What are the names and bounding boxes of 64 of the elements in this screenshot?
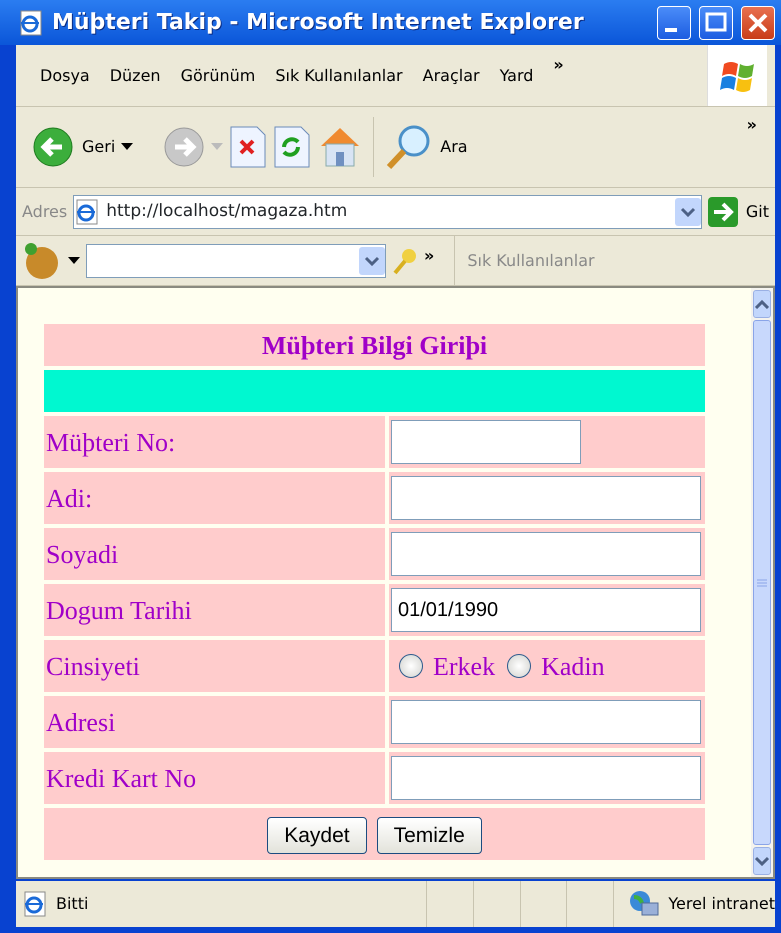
page-icon: [22, 890, 48, 918]
address-label: Adres: [22, 200, 68, 222]
page-icon: [74, 198, 100, 226]
links-label: Sık Kullanılanlar: [454, 236, 605, 285]
search-field[interactable]: [86, 244, 386, 278]
go-button[interactable]: Git: [708, 196, 769, 226]
menu-item[interactable]: Görünüm: [170, 64, 266, 88]
field-label: Cinsiyeti: [44, 640, 385, 692]
minimize-icon: [665, 28, 677, 32]
form-title: Müþteri Bilgi Giriþi: [44, 324, 705, 366]
radio-button[interactable]: [507, 654, 532, 678]
up-icon: [755, 299, 769, 309]
back-label: Geri: [82, 136, 116, 158]
menu-item[interactable]: Dosya: [30, 64, 100, 88]
scroll-down-button[interactable]: [753, 847, 771, 875]
chevron-button[interactable]: »: [736, 113, 767, 137]
back-icon: [32, 126, 74, 168]
search-icon: [384, 123, 432, 171]
forward-icon[interactable]: [163, 126, 206, 168]
radio-label: Kadin: [541, 650, 605, 682]
browser-icon: [18, 8, 44, 36]
input-field[interactable]: [391, 476, 701, 520]
down-icon: [755, 856, 769, 866]
stop-icon[interactable]: [229, 125, 268, 169]
minimize-button[interactable]: [657, 6, 691, 40]
key-icon[interactable]: [392, 246, 418, 274]
dropdown-arrow-icon[interactable]: [121, 143, 134, 151]
scroll-up-button[interactable]: [753, 290, 771, 318]
menu-item[interactable]: Sık Kullanılanlar: [265, 64, 413, 88]
form-button[interactable]: Kaydet: [267, 816, 367, 854]
menu-item[interactable]: Araçlar: [412, 64, 490, 88]
input-field[interactable]: [391, 420, 581, 464]
search-button[interactable]: Ara: [384, 123, 468, 171]
window-title: Müþteri Takip - Microsoft Internet Explorer: [52, 9, 585, 37]
refresh-icon[interactable]: [273, 125, 312, 169]
scrollbar-thumb[interactable]: [753, 320, 771, 845]
menu-item[interactable]: Yard: [490, 64, 544, 88]
grip-icon: [757, 578, 767, 586]
zone-text: Yerel intranet: [668, 893, 775, 915]
maximize-button[interactable]: [699, 6, 733, 40]
field-label: Kredi Kart No: [44, 752, 385, 804]
close-button[interactable]: [741, 6, 775, 40]
field-label: Dogum Tarihi: [44, 584, 385, 636]
go-label: Git: [746, 200, 769, 222]
radio-button[interactable]: [399, 654, 423, 678]
field-label: Soyadi: [44, 528, 385, 580]
field-label: Müþteri No:: [44, 416, 385, 468]
address-field[interactable]: http://localhost/magaza.htm: [73, 194, 702, 228]
input-field[interactable]: [391, 532, 701, 576]
input-field[interactable]: 01/01/1990: [391, 588, 701, 632]
radio-label: Erkek: [433, 650, 496, 682]
chevron-button[interactable]: »: [543, 53, 574, 77]
status-text: Bitti: [56, 893, 88, 915]
dropdown-arrow-icon[interactable]: [68, 256, 80, 264]
field-label: Adi:: [44, 472, 385, 524]
input-field[interactable]: [391, 756, 701, 800]
back-button[interactable]: Geri: [32, 126, 116, 168]
search-label: Ara: [440, 136, 468, 158]
input-field[interactable]: [391, 700, 701, 744]
menu-item[interactable]: Düzen: [100, 64, 171, 88]
field-label: Adresi: [44, 696, 385, 748]
form-button[interactable]: Temizle: [376, 816, 482, 854]
url-text: http://localhost/magaza.htm: [106, 200, 348, 223]
chevron-button[interactable]: »: [424, 244, 434, 268]
